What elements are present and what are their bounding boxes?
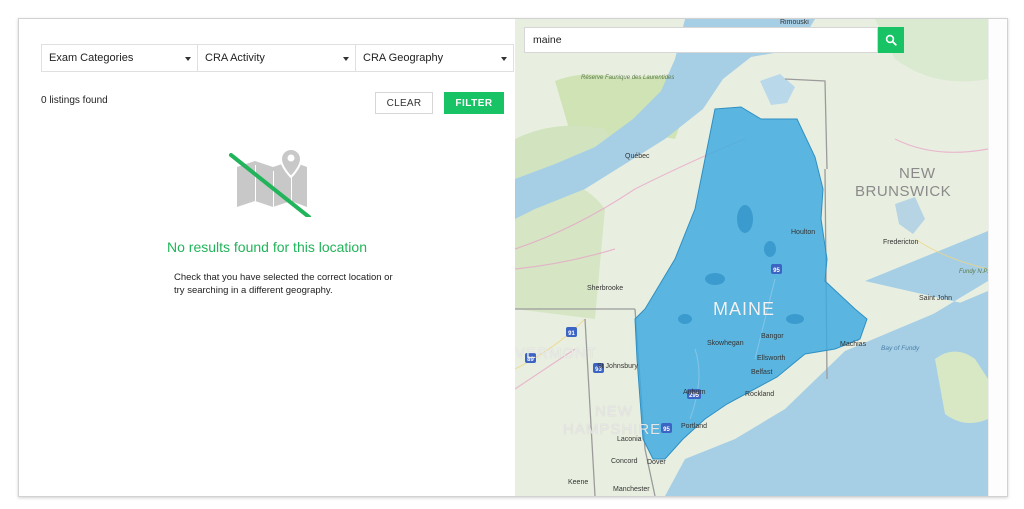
empty-state-message: Check that you have selected the correct… xyxy=(174,272,393,296)
map-label: Laconia xyxy=(617,436,642,443)
cra-activity-dropdown[interactable]: CRA Activity xyxy=(198,44,356,72)
map-label: Manchester xyxy=(613,486,650,493)
map-label: NEW xyxy=(899,165,936,182)
cra-geography-dropdown[interactable]: CRA Geography xyxy=(356,44,514,72)
map-label: NEW xyxy=(595,403,633,420)
search-icon xyxy=(885,34,897,46)
filter-bar: Exam Categories CRA Activity CRA Geograp… xyxy=(41,44,514,72)
scrollbar[interactable] xyxy=(988,19,1007,496)
map-label: Bay of Fundy xyxy=(881,345,920,352)
map-label: Ellsworth xyxy=(757,355,786,362)
caret-down-icon xyxy=(343,57,349,61)
map-label: MAINE xyxy=(713,299,776,319)
map-label: Fundy N.P. xyxy=(959,269,988,275)
results-panel: Exam Categories CRA Activity CRA Geograp… xyxy=(19,19,515,496)
map-label: Québec xyxy=(625,153,650,160)
map[interactable]: 95 91 93 89 295 95 Rimouski Réserve Faun… xyxy=(515,19,988,496)
map-label: Rimouski xyxy=(780,19,809,26)
exam-categories-label: Exam Categories xyxy=(49,52,134,64)
map-label: Saint John xyxy=(919,295,953,302)
map-label: Keene xyxy=(568,479,589,486)
map-label: Bangor xyxy=(761,333,784,340)
map-label: Dover xyxy=(647,459,666,466)
caret-down-icon xyxy=(185,57,191,61)
interstate-shield: 91 xyxy=(568,331,575,337)
map-label: Skowhegan xyxy=(707,340,744,347)
map-label: BRUNSWICK xyxy=(855,183,952,200)
map-search-button[interactable] xyxy=(878,27,904,53)
caret-down-icon xyxy=(501,57,507,61)
map-label: Belfast xyxy=(751,369,773,376)
map-label: Houlton xyxy=(791,229,816,236)
map-search-value: maine xyxy=(533,34,562,46)
map-label: St Johnsbury xyxy=(597,363,638,370)
map-search-input[interactable]: maine xyxy=(524,27,878,53)
map-label: Réserve Faunique des Laurentides xyxy=(581,75,675,81)
cra-activity-label: CRA Activity xyxy=(205,52,265,64)
map-label: Concord xyxy=(611,458,638,465)
app-frame: Exam Categories CRA Activity CRA Geograp… xyxy=(18,18,1008,497)
filter-button[interactable]: FILTER xyxy=(444,92,504,114)
map-label: Fredericton xyxy=(883,239,919,246)
interstate-shield: 95 xyxy=(773,268,780,274)
map-label: Rockland xyxy=(745,391,775,398)
map-label: Portland xyxy=(681,423,708,430)
cra-geography-label: CRA Geography xyxy=(363,52,444,64)
interstate-shield: 95 xyxy=(663,427,670,433)
exam-categories-dropdown[interactable]: Exam Categories xyxy=(41,44,198,72)
map-label: VERMONT xyxy=(515,345,597,362)
map-label: HAMPSHIRE xyxy=(563,421,662,438)
map-label: Auburn xyxy=(683,389,706,396)
no-map-location-icon xyxy=(223,145,319,219)
empty-state-title: No results found for this location xyxy=(167,239,367,255)
clear-button[interactable]: CLEAR xyxy=(375,92,433,114)
listings-count: 0 listings found xyxy=(41,95,108,106)
map-label: Machias xyxy=(840,341,867,348)
map-label: Sherbrooke xyxy=(587,285,624,292)
